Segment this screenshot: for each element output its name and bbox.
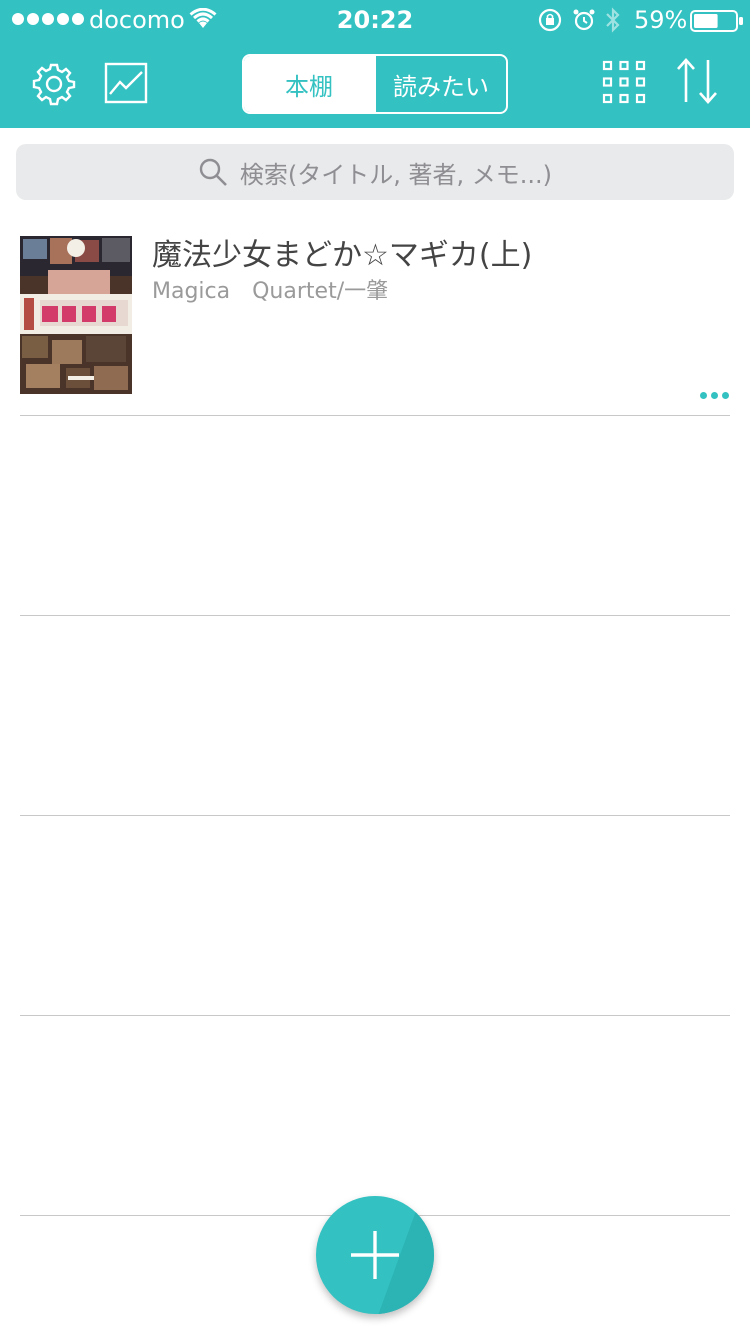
book-author: Magica Quartet/一肇 <box>152 279 389 304</box>
book-list-item[interactable]: 魔法少女まどか☆マギカ(上) Magica Quartet/一肇 <box>20 236 730 416</box>
shelf-divider <box>20 815 730 816</box>
shelf-divider <box>20 1015 730 1016</box>
grid-view-icon[interactable] <box>602 60 646 104</box>
search-placeholder: 検索(タイトル, 著者, メモ...) <box>239 160 553 189</box>
plus-icon <box>351 1231 399 1279</box>
bluetooth-icon <box>606 7 620 33</box>
alarm-icon <box>573 9 595 31</box>
sort-icon[interactable] <box>674 58 720 104</box>
shelf-segmented-control: 本棚 読みたい <box>242 54 508 114</box>
status-bar: docomo 20:22 59% <box>0 0 750 40</box>
shelf-divider <box>20 615 730 616</box>
rotation-lock-icon <box>538 8 562 32</box>
search-field[interactable]: 検索(タイトル, 著者, メモ...) <box>16 144 734 200</box>
gear-icon[interactable] <box>32 62 76 106</box>
more-options-icon[interactable] <box>700 392 730 402</box>
shelf-divider <box>20 415 730 416</box>
battery-icon <box>690 10 743 32</box>
search-icon <box>199 158 227 186</box>
tab-bookshelf[interactable]: 本棚 <box>244 56 374 112</box>
book-title: 魔法少女まどか☆マギカ(上) <box>152 238 533 273</box>
book-cover-image <box>20 236 132 394</box>
battery-percent: 59% <box>634 6 688 34</box>
tab-want-to-read[interactable]: 読みたい <box>374 56 506 112</box>
add-book-button[interactable] <box>316 1196 434 1314</box>
top-bar: docomo 20:22 59% 本棚 読みたい <box>0 0 750 128</box>
stats-chart-icon[interactable] <box>104 60 148 104</box>
